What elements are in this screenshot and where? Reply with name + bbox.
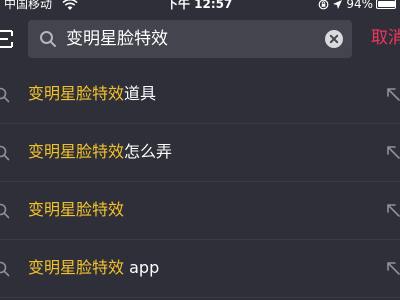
- suggestion-highlight: 变明星脸特效: [28, 258, 125, 277]
- screen: 中国移动 下午 12:57 94% 变明星脸特效 取消 变明星脸特效道具 变明星…: [0, 0, 400, 300]
- suggestion-rest: app: [124, 258, 160, 277]
- wifi-icon: [62, 0, 78, 10]
- fill-arrow-icon[interactable]: [386, 145, 400, 159]
- fill-arrow-icon[interactable]: [386, 261, 400, 275]
- search-icon: [0, 145, 10, 161]
- suggestion-row[interactable]: 变明星脸特效: [0, 182, 400, 240]
- status-bar: 中国移动 下午 12:57 94%: [0, 0, 400, 12]
- cancel-button[interactable]: 取消: [371, 27, 400, 49]
- search-icon: [40, 31, 56, 47]
- suggestion-highlight: 变明星脸特效: [28, 200, 125, 219]
- back-icon[interactable]: [0, 29, 14, 49]
- suggestion-highlight: 变明星脸特效: [28, 142, 125, 161]
- suggestion-text: 变明星脸特效: [28, 200, 124, 220]
- location-icon: [333, 0, 343, 9]
- suggestion-text: 变明星脸特效怎么弄: [28, 142, 172, 162]
- suggestion-highlight: 变明星脸特效: [28, 84, 125, 103]
- search-icon: [0, 261, 10, 277]
- search-icon: [0, 87, 10, 103]
- fill-arrow-icon[interactable]: [386, 203, 400, 217]
- suggestion-text: 变明星脸特效 app: [28, 258, 159, 278]
- clear-icon[interactable]: [325, 30, 343, 48]
- carrier-label: 中国移动: [4, 0, 53, 11]
- suggestion-rest: 怎么弄: [124, 142, 173, 161]
- search-icon: [0, 203, 10, 219]
- battery-percent: 94%: [346, 0, 373, 11]
- rotation-lock-icon: [318, 0, 329, 9]
- search-box[interactable]: 变明星脸特效: [28, 20, 352, 58]
- suggestion-row[interactable]: 变明星脸特效 app: [0, 240, 400, 298]
- fill-arrow-icon[interactable]: [386, 87, 400, 101]
- search-input[interactable]: 变明星脸特效: [66, 29, 168, 49]
- status-right-group: 94%: [318, 0, 396, 10]
- suggestion-row[interactable]: 变明星脸特效道具: [0, 66, 400, 124]
- suggestion-rest: 道具: [124, 84, 157, 103]
- suggestion-row[interactable]: 变明星脸特效怎么弄: [0, 124, 400, 182]
- suggestion-text: 变明星脸特效道具: [28, 84, 156, 104]
- battery-icon: [376, 0, 396, 9]
- status-time: 下午 12:57: [166, 0, 233, 11]
